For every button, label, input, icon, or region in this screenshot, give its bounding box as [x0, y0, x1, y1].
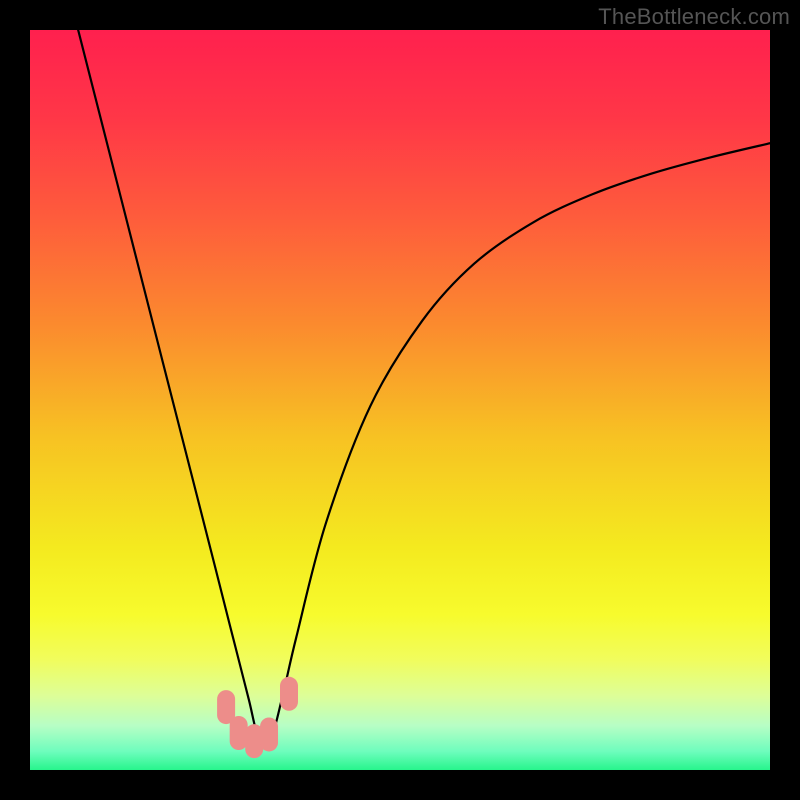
curve-marker [230, 716, 248, 750]
chart-frame: TheBottleneck.com [0, 0, 800, 800]
curve-marker [280, 677, 298, 711]
bottleneck-chart [30, 30, 770, 770]
watermark-text: TheBottleneck.com [598, 4, 790, 30]
gradient-background [30, 30, 770, 770]
curve-marker [260, 717, 278, 751]
